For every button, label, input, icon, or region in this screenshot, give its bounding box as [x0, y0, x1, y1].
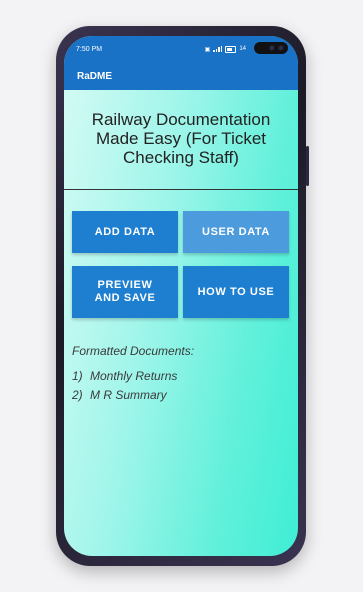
app-bar: RaDME — [64, 62, 298, 90]
signal-icon — [213, 46, 223, 52]
phone-screen: 7:50 PM ▣ 14 RaDME Railway Documentation… — [64, 36, 298, 556]
button-grid: ADD DATA USER DATA PREVIEW AND SAVE HOW … — [64, 190, 298, 320]
formatted-documents: Formatted Documents: 1) Monthly Returns … — [64, 320, 298, 405]
list-item-label: M R Summary — [90, 388, 167, 402]
add-data-button[interactable]: ADD DATA — [72, 211, 178, 253]
list-item-label: Monthly Returns — [90, 369, 178, 383]
app-title: RaDME — [77, 70, 113, 82]
documents-heading: Formatted Documents: — [72, 344, 195, 358]
battery-percent: 14 — [239, 46, 246, 52]
camera-lens-icon — [269, 44, 276, 52]
preview-and-save-button[interactable]: PREVIEW AND SAVE — [72, 266, 178, 318]
camera-lens-icon — [278, 44, 285, 52]
list-item: 1) Monthly Returns — [72, 367, 298, 386]
user-data-button[interactable]: USER DATA — [183, 211, 289, 253]
list-item-number: 2) — [72, 388, 83, 402]
status-time: 7:50 PM — [76, 45, 103, 53]
status-bar: 7:50 PM ▣ 14 — [64, 36, 298, 62]
camera-cutout — [254, 42, 288, 54]
battery-icon — [225, 45, 237, 53]
phone-side-button — [306, 146, 309, 186]
nfc-icon: ▣ — [204, 46, 211, 53]
how-to-use-button[interactable]: HOW TO USE — [183, 266, 289, 318]
status-icons: ▣ 14 — [204, 45, 246, 53]
page-title: Railway Documentation Made Easy (For Tic… — [91, 110, 271, 167]
list-item-number: 1) — [72, 369, 83, 383]
list-item: 2) M R Summary — [72, 386, 298, 405]
phone-frame: 7:50 PM ▣ 14 RaDME Railway Documentation… — [56, 26, 309, 566]
